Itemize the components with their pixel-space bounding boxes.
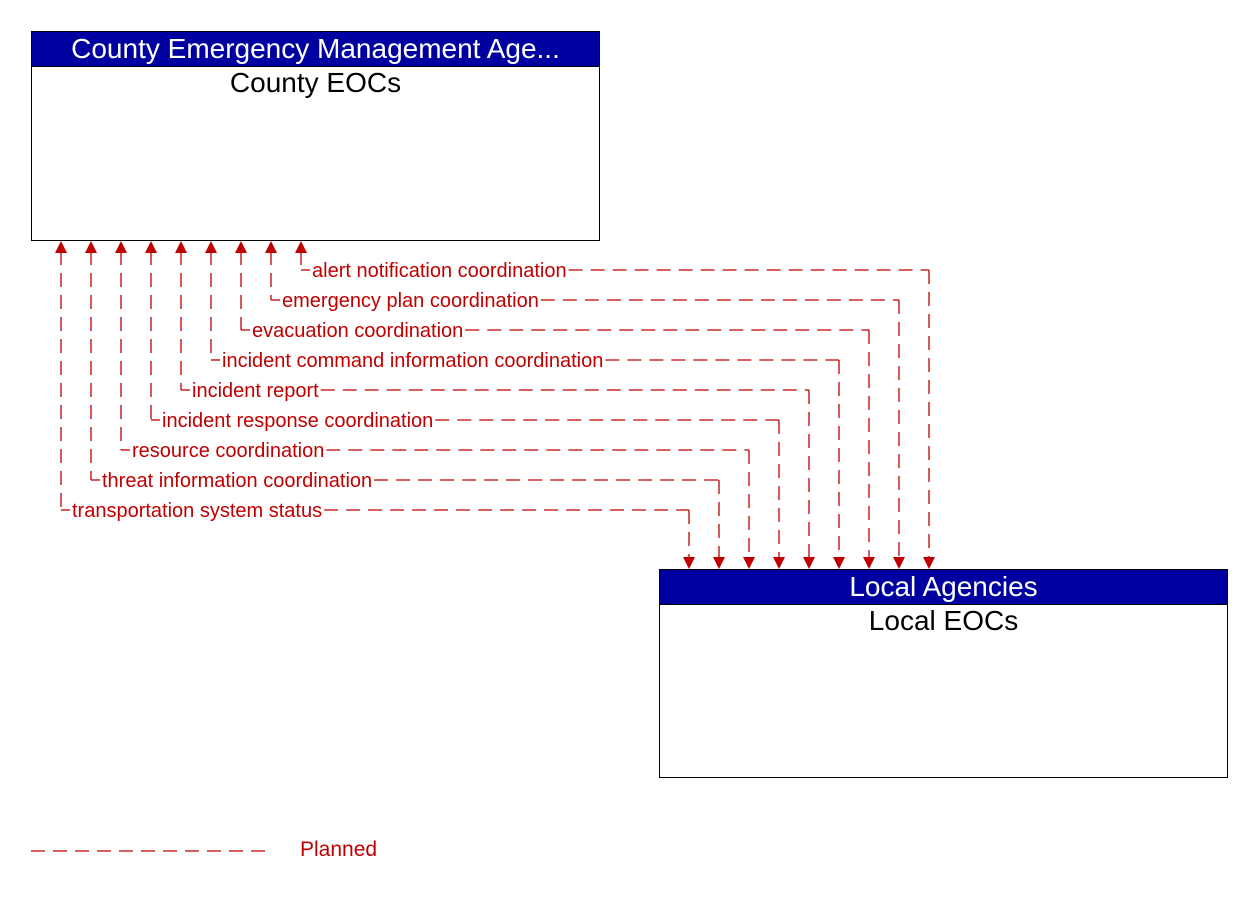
- flow-label: resource coordination: [132, 440, 324, 462]
- arrow-up-icon: [115, 241, 127, 253]
- arrow-up-icon: [265, 241, 277, 253]
- arrow-up-icon: [295, 241, 307, 253]
- arrow-up-icon: [235, 241, 247, 253]
- flow-label: incident command information coordinatio…: [222, 350, 603, 372]
- arrow-down-icon: [773, 557, 785, 569]
- arrow-down-icon: [683, 557, 695, 569]
- flow-label: incident report: [192, 380, 319, 402]
- arrow-up-icon: [55, 241, 67, 253]
- arrow-down-icon: [863, 557, 875, 569]
- flow-lines: alert notification coordination emergency…: [31, 241, 935, 852]
- arrow-up-icon: [145, 241, 157, 253]
- arrow-down-icon: [743, 557, 755, 569]
- arrow-up-icon: [175, 241, 187, 253]
- arrow-down-icon: [923, 557, 935, 569]
- arrow-down-icon: [893, 557, 905, 569]
- arrow-up-icon: [205, 241, 217, 253]
- arrow-down-icon: [833, 557, 845, 569]
- arrow-up-icon: [85, 241, 97, 253]
- flow-label: incident response coordination: [162, 410, 433, 432]
- flow-label: emergency plan coordination: [282, 290, 539, 312]
- legend-label: Planned: [300, 838, 378, 861]
- arrow-down-icon: [803, 557, 815, 569]
- flow-1[interactable]: emergency plan coordination: [265, 241, 905, 569]
- flow-label: threat information coordination: [102, 470, 372, 492]
- flow-label: transportation system status: [72, 500, 322, 522]
- arrow-down-icon: [713, 557, 725, 569]
- flow-label: alert notification coordination: [312, 260, 567, 282]
- flow-label: evacuation coordination: [252, 320, 463, 342]
